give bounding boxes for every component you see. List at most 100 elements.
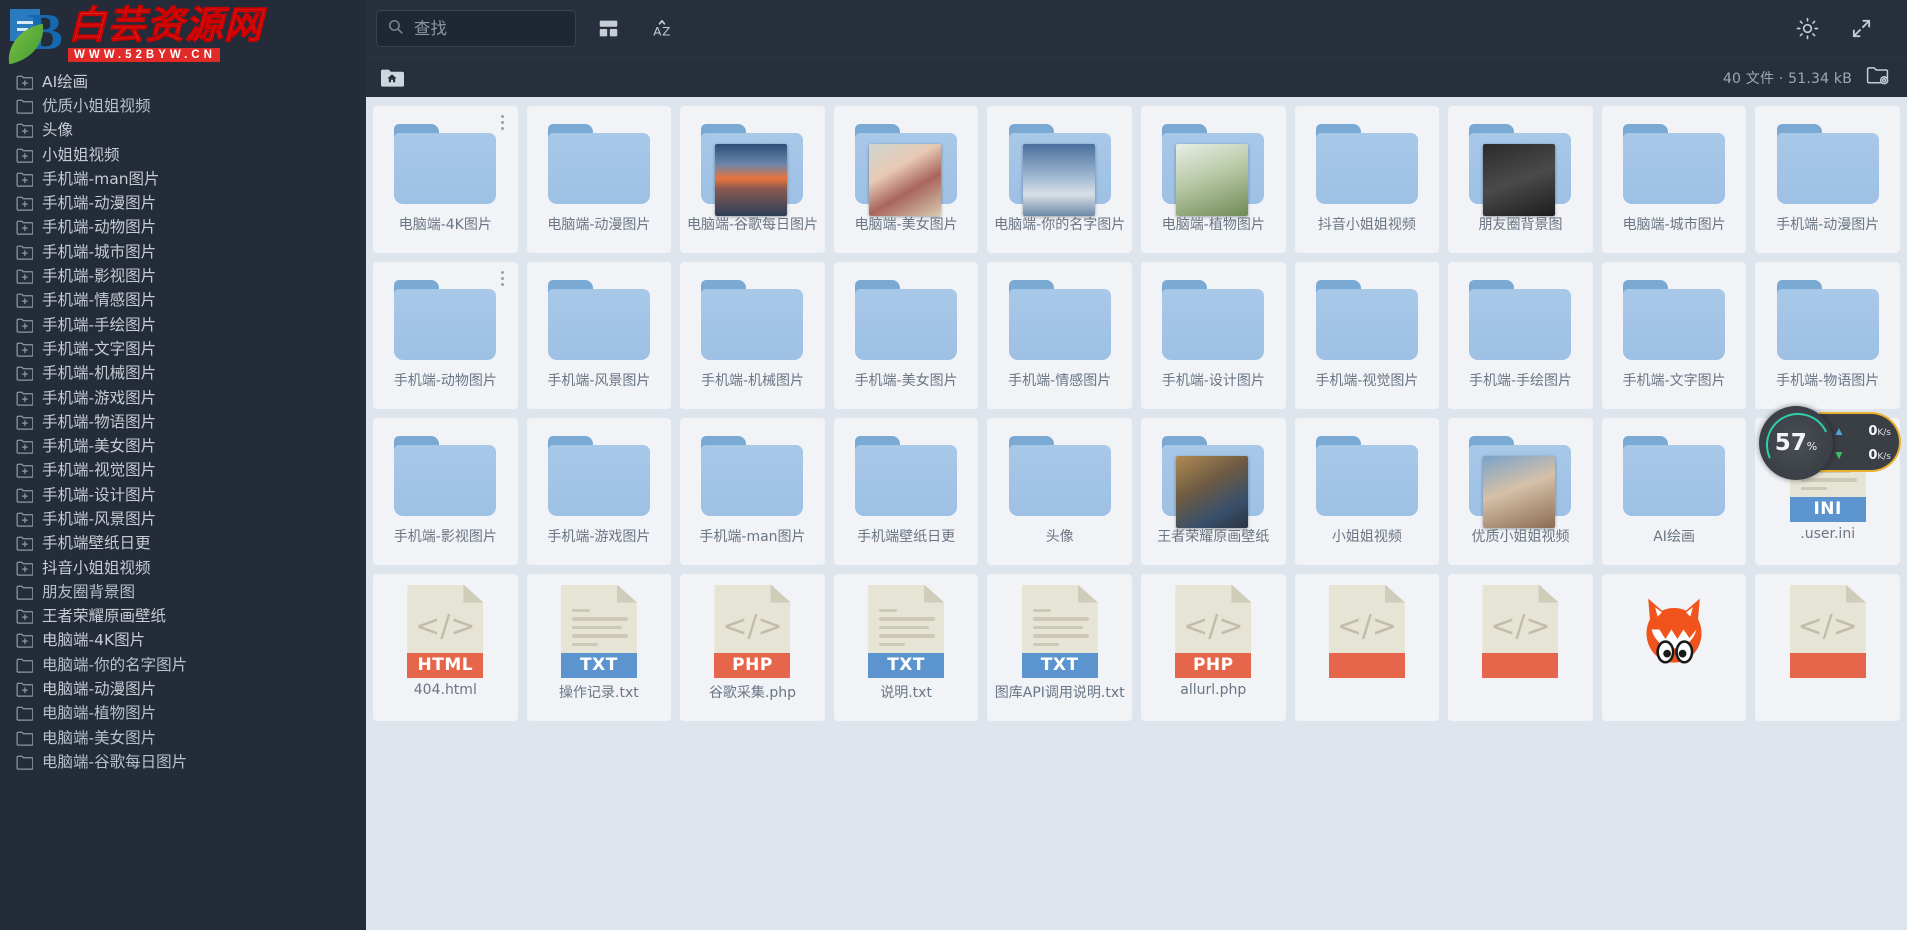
file-tile[interactable]: 手机端-机械图片: [680, 262, 825, 409]
sidebar-item[interactable]: 头像: [0, 119, 366, 143]
tile-overflow-menu-icon[interactable]: [500, 271, 505, 286]
sidebar-item[interactable]: 手机端-文字图片: [0, 337, 366, 361]
file-tile[interactable]: 手机端-动漫图片: [1755, 106, 1900, 253]
file-tile[interactable]: 电脑端-美女图片: [833, 106, 979, 253]
file-tile[interactable]: 电脑端-你的名字图片: [987, 106, 1132, 253]
sidebar-item[interactable]: 电脑端-4K图片: [0, 629, 366, 653]
file-tile[interactable]: 小姐姐视频: [1294, 418, 1440, 565]
grid-view-icon[interactable]: [586, 7, 630, 51]
file-tile[interactable]: 抖音小姐姐视频: [1294, 106, 1440, 253]
tile-overflow-menu-icon[interactable]: [500, 115, 505, 130]
sidebar-item[interactable]: 手机端-动漫图片: [0, 191, 366, 215]
folder-plus-icon[interactable]: [16, 681, 33, 698]
sidebar-item[interactable]: 小姐姐视频: [0, 143, 366, 167]
file-tile[interactable]: 电脑端-植物图片: [1141, 106, 1286, 253]
folder-icon[interactable]: [16, 657, 33, 674]
file-tile[interactable]: 电脑端-谷歌每日图片: [680, 106, 825, 253]
sidebar-item[interactable]: 手机端-视觉图片: [0, 459, 366, 483]
sidebar-item[interactable]: 电脑端-动漫图片: [0, 677, 366, 701]
folder-plus-icon[interactable]: [16, 317, 33, 334]
network-speed-widget[interactable]: ▲ 0K/s ▼ 0K/s 57%: [1757, 400, 1905, 484]
folder-plus-icon[interactable]: [16, 560, 33, 577]
file-tile[interactable]: </> HTML 404.html: [373, 574, 518, 721]
file-tile[interactable]: TXT 说明.txt: [833, 574, 979, 721]
folder-icon[interactable]: [16, 705, 33, 722]
folder-icon[interactable]: [16, 730, 33, 747]
folder-icon[interactable]: [16, 754, 33, 771]
file-tile[interactable]: 头像: [987, 418, 1132, 565]
sun-brightness-icon[interactable]: [1785, 7, 1829, 51]
sidebar-item[interactable]: 手机端-城市图片: [0, 240, 366, 264]
sidebar-item[interactable]: 手机端-机械图片: [0, 362, 366, 386]
file-tile[interactable]: TXT 操作记录.txt: [526, 574, 672, 721]
folder-plus-icon[interactable]: [16, 390, 33, 407]
sidebar-item[interactable]: 手机端壁纸日更: [0, 532, 366, 556]
folder-plus-icon[interactable]: [16, 462, 33, 479]
file-tile[interactable]: 手机端-影视图片: [373, 418, 518, 565]
sidebar-item[interactable]: 手机端-影视图片: [0, 264, 366, 288]
file-tile[interactable]: 手机端-风景图片: [526, 262, 672, 409]
file-tile[interactable]: 手机端-物语图片: [1755, 262, 1900, 409]
folder-plus-icon[interactable]: [16, 74, 33, 91]
file-tile[interactable]: 手机端-man图片: [680, 418, 825, 565]
folder-plus-icon[interactable]: [16, 244, 33, 261]
file-tile[interactable]: 电脑端-4K图片: [373, 106, 518, 253]
sidebar-item[interactable]: 朋友圈背景图: [0, 580, 366, 604]
folder-plus-icon[interactable]: [16, 608, 33, 625]
brand-logo-area[interactable]: B 白芸资源网 WWW.52BYW.CN: [0, 0, 366, 68]
fullscreen-expand-icon[interactable]: [1839, 7, 1883, 51]
folder-plus-icon[interactable]: [16, 487, 33, 504]
sidebar-item[interactable]: 王者荣耀原画壁纸: [0, 605, 366, 629]
sidebar-item[interactable]: 手机端-游戏图片: [0, 386, 366, 410]
home-folder-icon[interactable]: [380, 67, 404, 88]
folder-plus-icon[interactable]: [16, 632, 33, 649]
file-tile[interactable]: </> PHP 谷歌采集.php: [680, 574, 825, 721]
file-tile[interactable]: 手机端壁纸日更: [833, 418, 979, 565]
file-tile[interactable]: 手机端-设计图片: [1141, 262, 1286, 409]
sidebar-item[interactable]: 手机端-美女图片: [0, 434, 366, 458]
folder-plus-icon[interactable]: [16, 171, 33, 188]
sidebar-item[interactable]: 手机端-情感图片: [0, 289, 366, 313]
file-tile[interactable]: 手机端-游戏图片: [526, 418, 672, 565]
file-tile[interactable]: </>: [1448, 574, 1593, 721]
sidebar-item[interactable]: 手机端-物语图片: [0, 410, 366, 434]
file-tile[interactable]: 手机端-文字图片: [1601, 262, 1747, 409]
file-tile[interactable]: 手机端-情感图片: [987, 262, 1132, 409]
sidebar-item[interactable]: AI绘画: [0, 70, 366, 94]
file-tile[interactable]: 手机端-手绘图片: [1448, 262, 1593, 409]
search-box[interactable]: [376, 10, 576, 47]
folder-plus-icon[interactable]: [16, 438, 33, 455]
file-tile[interactable]: AI绘画: [1601, 418, 1747, 565]
sort-az-icon[interactable]: A Z: [640, 7, 684, 51]
folder-plus-icon[interactable]: [16, 268, 33, 285]
sidebar-item[interactable]: 抖音小姐姐视频: [0, 556, 366, 580]
folder-settings-icon[interactable]: [1866, 65, 1889, 90]
file-tile[interactable]: 手机端-视觉图片: [1294, 262, 1440, 409]
sidebar-item[interactable]: 电脑端-谷歌每日图片: [0, 750, 366, 774]
sidebar-item[interactable]: 优质小姐姐视频: [0, 94, 366, 118]
folder-icon[interactable]: [16, 98, 33, 115]
sidebar-item[interactable]: 手机端-手绘图片: [0, 313, 366, 337]
file-tile[interactable]: 电脑端-动漫图片: [526, 106, 672, 253]
file-tile[interactable]: 电脑端-城市图片: [1601, 106, 1747, 253]
sidebar-item[interactable]: 手机端-man图片: [0, 167, 366, 191]
sidebar-item[interactable]: 电脑端-美女图片: [0, 726, 366, 750]
file-tile[interactable]: 优质小姐姐视频: [1448, 418, 1593, 565]
folder-plus-icon[interactable]: [16, 219, 33, 236]
folder-plus-icon[interactable]: [16, 365, 33, 382]
folder-plus-icon[interactable]: [16, 341, 33, 358]
folder-plus-icon[interactable]: [16, 195, 33, 212]
sidebar-item[interactable]: 电脑端-你的名字图片: [0, 653, 366, 677]
file-tile[interactable]: 朋友圈背景图: [1448, 106, 1593, 253]
sidebar-item[interactable]: 手机端-动物图片: [0, 216, 366, 240]
file-tile[interactable]: 王者荣耀原画壁纸: [1141, 418, 1286, 565]
file-tile[interactable]: </> PHP allurl.php: [1141, 574, 1286, 721]
file-tile[interactable]: 手机端-美女图片: [833, 262, 979, 409]
file-tile[interactable]: </>: [1755, 574, 1900, 721]
search-input[interactable]: [414, 19, 565, 38]
sidebar-item[interactable]: 手机端-风景图片: [0, 507, 366, 531]
file-tile[interactable]: 手机端-动物图片: [373, 262, 518, 409]
folder-plus-icon[interactable]: [16, 535, 33, 552]
folder-icon[interactable]: [16, 584, 33, 601]
file-tile[interactable]: </>: [1294, 574, 1440, 721]
